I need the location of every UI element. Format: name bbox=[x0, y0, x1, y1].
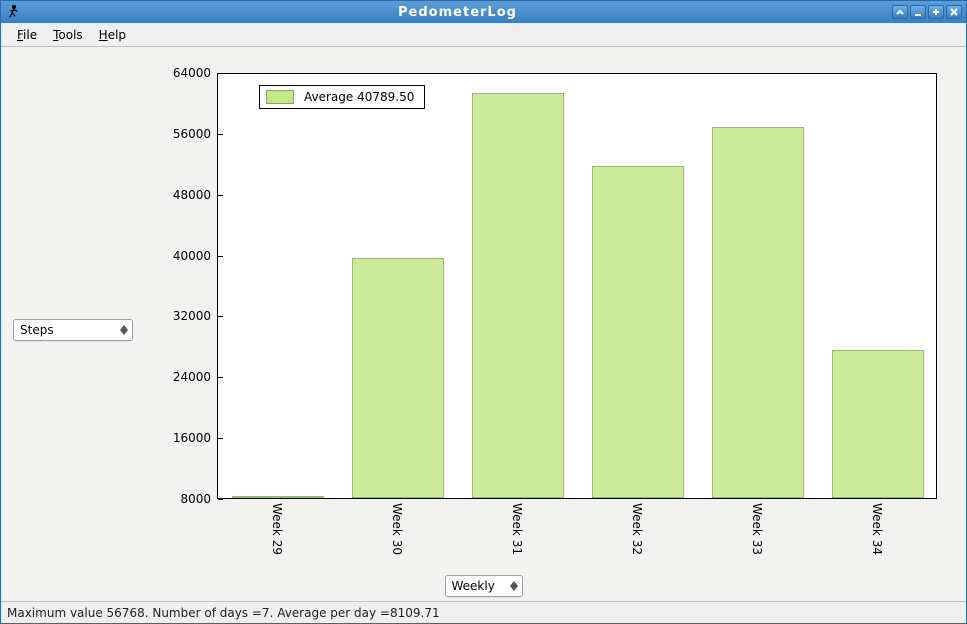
left-panel: Steps bbox=[1, 47, 161, 571]
menu-help[interactable]: Help bbox=[91, 26, 134, 44]
legend-label: Average 40789.50 bbox=[304, 90, 414, 104]
chart-bar bbox=[712, 127, 803, 498]
maximize-button[interactable] bbox=[928, 5, 944, 19]
shade-button[interactable] bbox=[892, 5, 908, 19]
chart-bar bbox=[352, 258, 443, 498]
chart-bar bbox=[472, 93, 563, 498]
chart-bar bbox=[832, 350, 923, 498]
y-tick-label: 40000 bbox=[173, 249, 217, 263]
x-tick-label: Week 34 bbox=[870, 503, 884, 555]
client-area: Steps 8000 16000 24000 32000 40000 48000 56000… bbox=[1, 47, 966, 601]
chart-plot bbox=[217, 73, 937, 499]
menubar: File Tools Help bbox=[1, 23, 966, 47]
status-bar: Maximum value 56768. Number of days =7. … bbox=[1, 601, 966, 623]
menu-tools[interactable]: Tools bbox=[45, 26, 91, 44]
window-title: PedometerLog bbox=[25, 5, 890, 20]
y-tick-label: 32000 bbox=[173, 309, 217, 323]
y-tick-label: 64000 bbox=[173, 66, 217, 80]
y-tick-label: 8000 bbox=[180, 492, 217, 506]
chart-legend: Average 40789.50 bbox=[259, 85, 425, 109]
minimize-button[interactable] bbox=[910, 5, 926, 19]
updown-icon bbox=[510, 581, 518, 591]
window-buttons bbox=[890, 5, 966, 19]
chart-canvas: 800016000240003200040000480005600064000 … bbox=[161, 59, 958, 571]
chart-bar bbox=[592, 166, 683, 498]
y-tick-label: 16000 bbox=[173, 431, 217, 445]
window-titlebar: PedometerLog bbox=[1, 1, 966, 23]
legend-swatch bbox=[266, 90, 294, 104]
close-button[interactable] bbox=[946, 5, 962, 19]
metric-select-value: Steps bbox=[20, 323, 114, 337]
y-tick-label: 48000 bbox=[173, 188, 217, 202]
status-text: Maximum value 56768. Number of days =7. … bbox=[7, 606, 440, 620]
app-icon bbox=[5, 4, 21, 20]
chart-area: 800016000240003200040000480005600064000 … bbox=[161, 47, 966, 571]
x-tick-label: Week 33 bbox=[750, 503, 764, 555]
y-tick-label: 24000 bbox=[173, 370, 217, 384]
menu-file[interactable]: File bbox=[9, 26, 45, 44]
x-tick-label: Week 32 bbox=[630, 503, 644, 555]
chart-bar bbox=[232, 496, 323, 498]
below-chart: Weekly bbox=[1, 571, 966, 601]
y-tick-label: 56000 bbox=[173, 127, 217, 141]
interval-select-value: Weekly bbox=[452, 579, 504, 593]
interval-select[interactable]: Weekly bbox=[445, 575, 523, 597]
updown-icon bbox=[120, 325, 128, 335]
x-tick-label: Week 29 bbox=[270, 503, 284, 555]
x-tick-label: Week 31 bbox=[510, 503, 524, 555]
x-tick-label: Week 30 bbox=[390, 503, 404, 555]
metric-select[interactable]: Steps bbox=[13, 319, 133, 341]
